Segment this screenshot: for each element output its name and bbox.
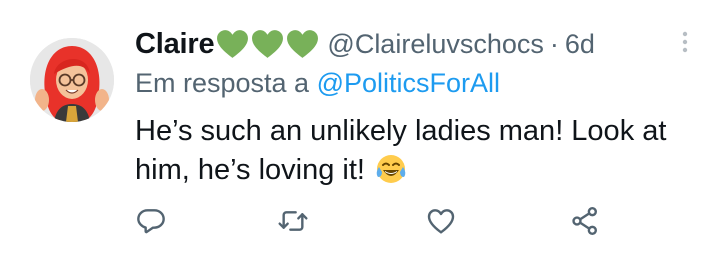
reply-button[interactable]: [135, 205, 167, 237]
reply-prefix: Em resposta a: [135, 68, 310, 98]
tears-of-joy-emoji: [376, 155, 406, 183]
tweet-header: Claire @Claireluvschocs · 6d: [135, 24, 595, 64]
green-heart-icon: [217, 30, 249, 58]
retweet-icon: [278, 211, 308, 231]
reply-context: Em resposta a @PoliticsForAll: [135, 68, 500, 99]
separator-dot: ·: [549, 28, 559, 59]
avatar[interactable]: [30, 38, 114, 122]
more-options-icon[interactable]: [680, 30, 690, 56]
timestamp[interactable]: 6d: [565, 29, 595, 60]
name-emoji-group: [216, 29, 319, 59]
reply-to-link[interactable]: @PoliticsForAll: [317, 68, 500, 98]
comment-icon: [137, 209, 165, 234]
share-icon: [572, 207, 597, 235]
like-button[interactable]: [425, 205, 457, 237]
green-heart-icon: [252, 30, 284, 58]
display-name[interactable]: Claire: [135, 28, 215, 61]
tweet[interactable]: Claire @Claireluvschocs · 6d Em resposta…: [0, 0, 720, 264]
heart-icon: [427, 209, 455, 234]
retweet-button[interactable]: [277, 205, 309, 237]
green-heart-icon: [287, 30, 319, 58]
share-button[interactable]: [569, 205, 601, 237]
tweet-actions: [135, 205, 615, 237]
user-handle[interactable]: @Claireluvschocs: [327, 29, 543, 60]
tweet-text: He’s such an unlikely ladies man! Look a…: [135, 112, 705, 190]
